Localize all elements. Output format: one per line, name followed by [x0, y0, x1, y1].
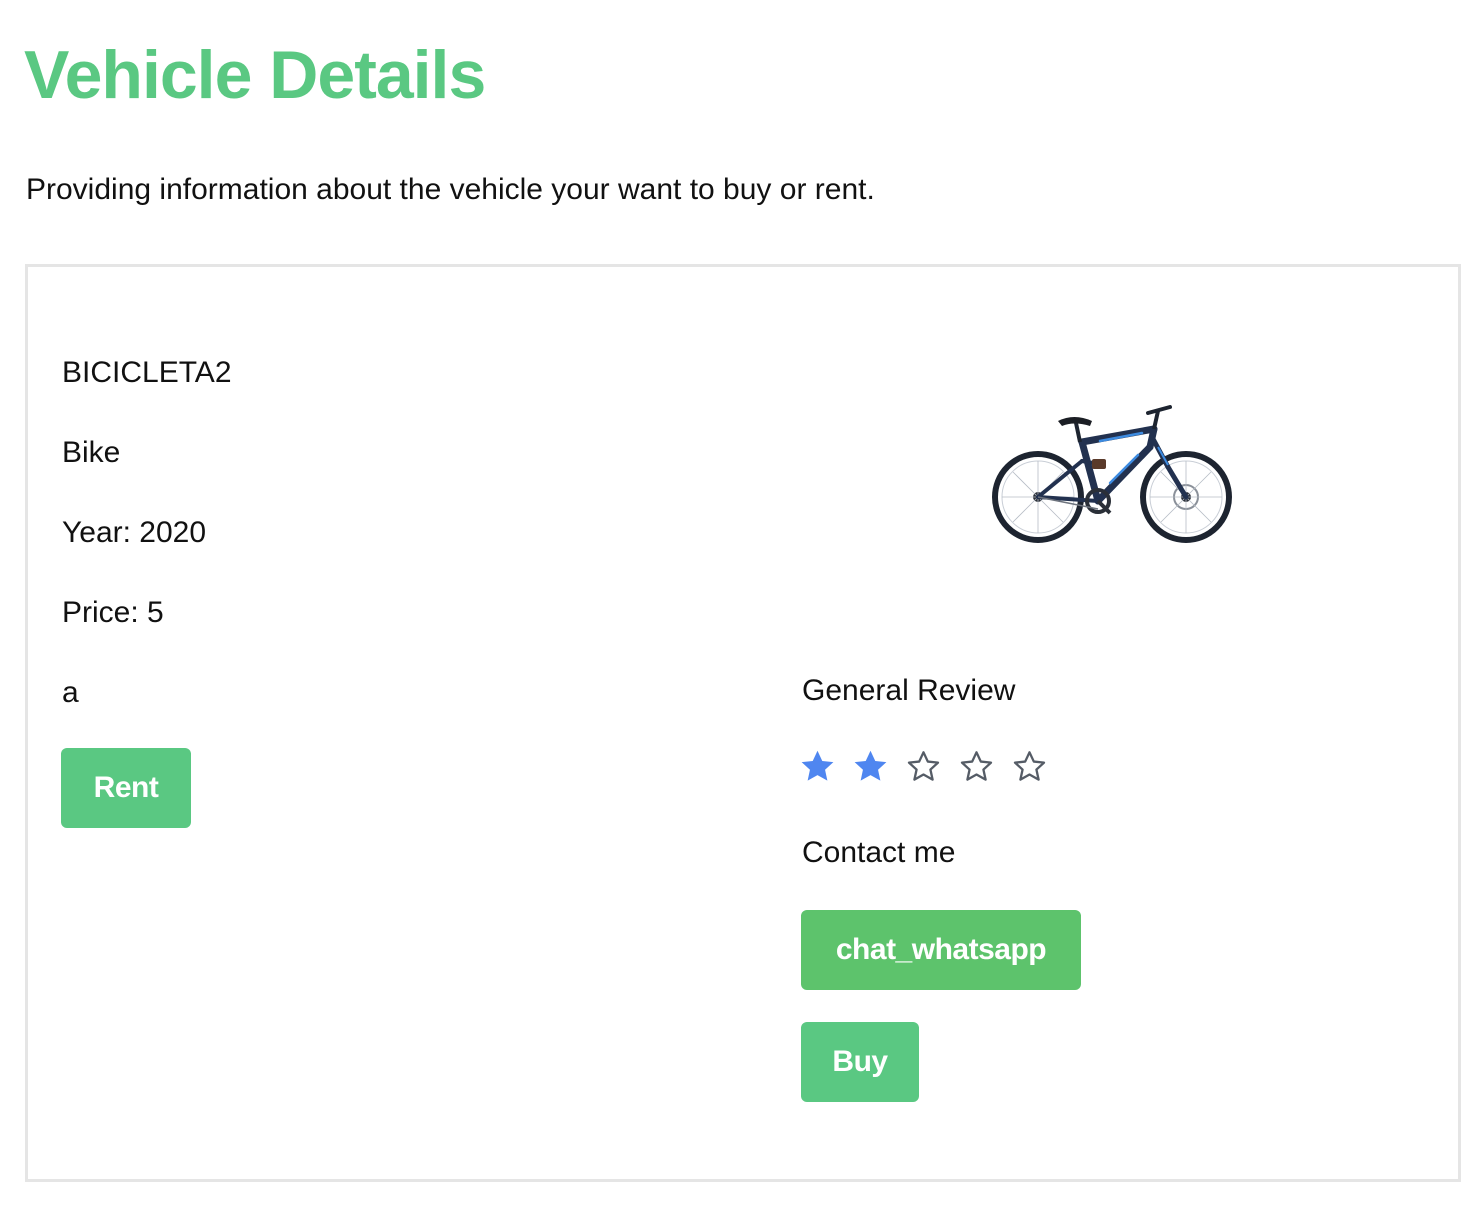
- rent-button[interactable]: Rent: [61, 748, 191, 828]
- star-filled-icon[interactable]: [852, 748, 889, 785]
- vehicle-year: Year: 2020: [62, 516, 207, 549]
- vehicle-card: BICICLETA2 Bike Year: 2020 Price: 5 a Re…: [25, 264, 1461, 1182]
- general-review-title: General Review: [802, 674, 1016, 707]
- buy-button[interactable]: Buy: [801, 1022, 919, 1102]
- page-subtitle: Providing information about the vehicle …: [26, 173, 875, 206]
- star-outline-icon[interactable]: [905, 748, 942, 785]
- review-rating[interactable]: [799, 748, 1048, 785]
- star-outline-icon[interactable]: [1011, 748, 1048, 785]
- page-title: Vehicle Details: [24, 37, 486, 113]
- vehicle-name: BICICLETA2: [62, 356, 232, 389]
- vehicle-description: a: [62, 676, 79, 709]
- vehicle-type: Bike: [62, 436, 121, 469]
- contact-title: Contact me: [802, 836, 956, 869]
- star-filled-icon[interactable]: [799, 748, 836, 785]
- star-outline-icon[interactable]: [958, 748, 995, 785]
- vehicle-price: Price: 5: [62, 596, 164, 629]
- bicycle-image: [992, 405, 1232, 543]
- chat-whatsapp-button[interactable]: chat_whatsapp: [801, 910, 1081, 990]
